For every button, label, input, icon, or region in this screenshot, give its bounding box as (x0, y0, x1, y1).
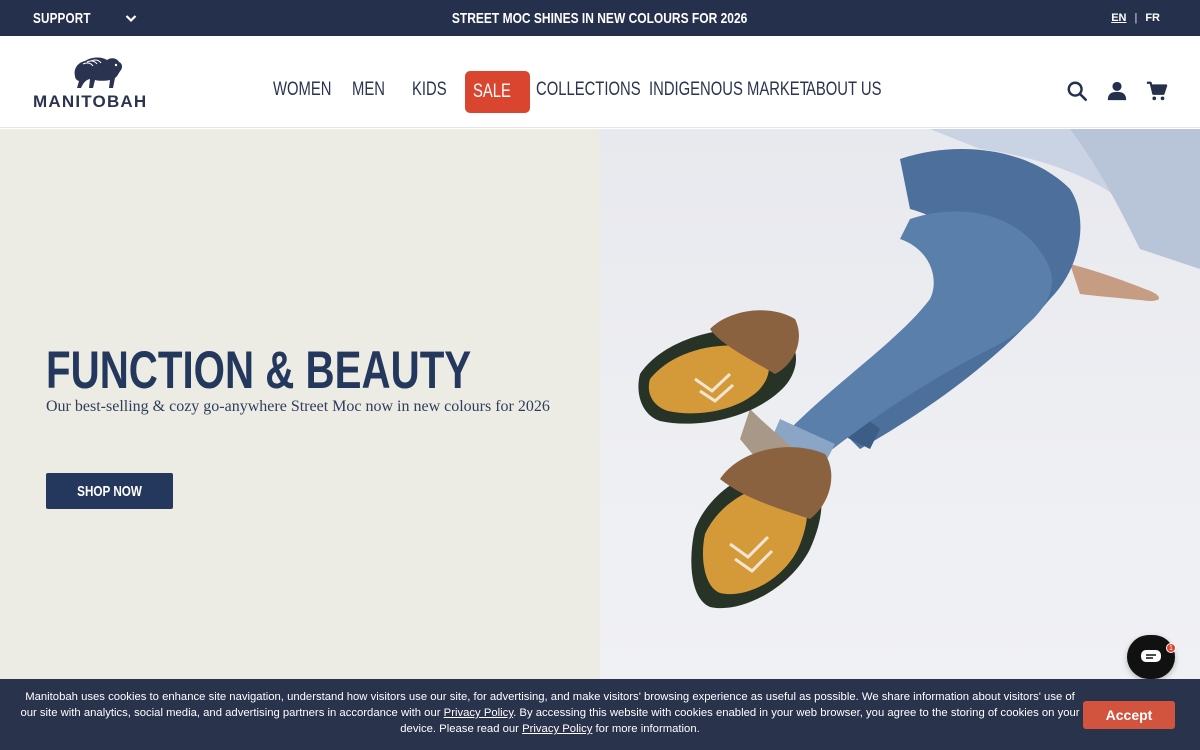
cookie-text-part-3: for more information. (592, 723, 700, 735)
nav-kids-label: KIDS (412, 79, 447, 100)
nav-about-us[interactable]: ABOUT US (806, 79, 903, 101)
hero-subtitle: Our best-selling & cozy go-anywhere Stre… (46, 398, 550, 415)
shop-now-label: SHOP NOW (77, 482, 142, 500)
nav-men[interactable]: MEN (352, 79, 394, 101)
logo-wordmark: MANITOBAH (33, 92, 148, 111)
chat-badge: 1 (1166, 643, 1176, 653)
account-icon[interactable] (1106, 80, 1128, 102)
promo-banner[interactable]: STREET MOC SHINES IN NEW COLOURS FOR 202… (0, 0, 1200, 36)
cookie-text: Manitobah uses cookies to enhance site n… (18, 689, 1082, 737)
nav-sale[interactable]: SALE (465, 71, 530, 113)
nav-about-us-label: ABOUT US (806, 79, 882, 100)
nav-indigenous-market-label: INDIGENOUS MARKET (649, 79, 809, 100)
search-icon[interactable] (1066, 80, 1088, 102)
site-header: MANITOBAH WOMEN MEN KIDS SALE COLLECTION… (0, 36, 1200, 128)
accept-cookies-button[interactable]: Accept (1083, 701, 1175, 729)
nav-men-label: MEN (352, 79, 385, 100)
nav-sale-label: SALE (473, 81, 511, 102)
lang-fr[interactable]: FR (1145, 12, 1160, 24)
cart-icon[interactable] (1146, 80, 1168, 102)
header-icons (1066, 80, 1168, 102)
cookie-banner: Manitobah uses cookies to enhance site n… (0, 679, 1200, 750)
chat-launcher[interactable]: 1 (1127, 635, 1176, 679)
bison-icon (74, 57, 123, 88)
nav-kids[interactable]: KIDS (412, 79, 456, 101)
language-switcher: EN | FR (1111, 0, 1160, 36)
promo-text[interactable]: STREET MOC SHINES IN NEW COLOURS FOR 202… (452, 10, 747, 27)
lang-en[interactable]: EN (1111, 12, 1126, 24)
hero-photo-illustration (638, 129, 1200, 609)
hero-image (600, 129, 1200, 689)
logo[interactable]: MANITOBAH (33, 54, 163, 114)
nav-women[interactable]: WOMEN (273, 79, 348, 101)
hero-title-text: FUNCTION & BEAUTY (46, 341, 472, 400)
privacy-policy-link-2[interactable]: Privacy Policy (522, 723, 592, 735)
shop-now-button[interactable]: SHOP NOW (46, 473, 173, 509)
announcement-bar: SUPPORT STREET MOC SHINES IN NEW COLOURS… (0, 0, 1200, 36)
lang-separator: | (1134, 12, 1138, 24)
hero-title: FUNCTION & BEAUTY (46, 340, 605, 401)
chat-bubble-icon (1141, 650, 1161, 662)
nav-women-label: WOMEN (273, 79, 332, 100)
nav-collections-label: COLLECTIONS (536, 79, 641, 100)
privacy-policy-link[interactable]: Privacy Policy (444, 707, 513, 719)
